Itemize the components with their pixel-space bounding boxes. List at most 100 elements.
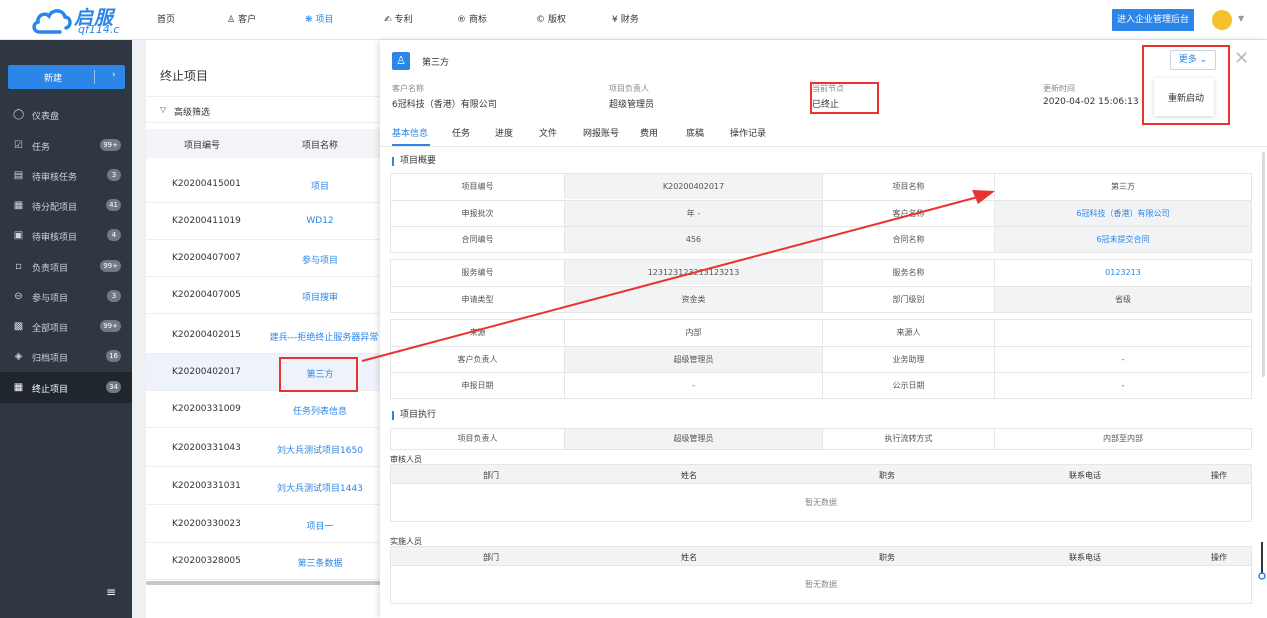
archive-icon: ◈ [14, 351, 23, 362]
project-name-link[interactable]: WD12 [258, 216, 382, 226]
sidebar-item-all[interactable]: ▩ 全部项目 99+ [0, 311, 132, 342]
project-name-link[interactable]: 项目一 [258, 519, 382, 532]
scroll-handle-icon[interactable] [1258, 542, 1266, 580]
sidebar-item-pending-projects[interactable]: ▣ 待审核项目 4 [0, 220, 132, 251]
table-row: 客户负责人 超级管理员 业务助理 - [391, 346, 1251, 372]
project-name-link[interactable]: 项目 [258, 179, 382, 192]
vertical-scrollbar[interactable] [1262, 152, 1265, 377]
reviewers-empty: 暂无数据 [390, 484, 1252, 522]
project-no: K20200331009 [172, 404, 241, 414]
nav-finance[interactable]: ¥ 财务 [612, 0, 639, 40]
table-row[interactable]: K20200411019 WD12 [146, 203, 382, 240]
count-badge: 3 [107, 169, 121, 181]
table-row[interactable]: K20200331043 刘大兵测试项目1650 [146, 430, 382, 467]
collapse-menu-icon[interactable]: ≡ [106, 585, 116, 599]
nav-trademark[interactable]: ® 商标 [457, 0, 487, 40]
sidebar-item-label: 待审核项目 [32, 233, 78, 243]
table-row[interactable]: K20200331009 任务列表信息 [146, 391, 382, 428]
overview-table-2: 服务编号 123123123213123213 服务名称 0123213 申请类型 资金… [390, 259, 1252, 313]
cloud-logo-icon [32, 9, 72, 34]
tab-files[interactable]: 文件 [539, 126, 557, 139]
new-button-label: 新建 [44, 74, 63, 84]
field-value: - [564, 373, 822, 398]
tab-fees[interactable]: 费用 [640, 126, 658, 139]
project-name-link[interactable]: 参与项目 [258, 253, 382, 266]
tab-basic-info[interactable]: 基本信息 [392, 126, 428, 139]
chevron-right-icon[interactable]: › [112, 70, 116, 80]
sidebar-item-pending-tasks[interactable]: ▤ 待审核任务 3 [0, 160, 132, 191]
contract-link[interactable]: 6冠未提交合同 [994, 227, 1251, 252]
nav-patent[interactable]: ✍ 专利 [384, 0, 413, 40]
nav-project[interactable]: ❋ 项目 [305, 0, 334, 40]
column-header: 联系电话 [1069, 471, 1101, 480]
table-row[interactable]: K20200331031 刘大兵测试项目1443 [146, 468, 382, 505]
tab-accounts[interactable]: 网报账号 [583, 126, 619, 139]
close-icon[interactable]: ✕ [1234, 48, 1249, 69]
sidebar-item-participating[interactable]: ⊖ 参与项目 3 [0, 281, 132, 312]
tab-tasks[interactable]: 任务 [452, 126, 470, 139]
project-avatar-icon: ♙ [392, 52, 410, 70]
dashboard-icon: ◯ [13, 109, 25, 120]
column-header: 职务 [879, 553, 895, 562]
field-value: 内部至内部 [994, 429, 1251, 449]
horizontal-scrollbar[interactable] [146, 581, 382, 585]
page-title: 终止项目 [160, 69, 209, 83]
table-row: 项目编号 K20200402017 项目名称 第三方 [391, 174, 1251, 200]
advanced-filter[interactable]: ▽ 高级筛选 [146, 96, 382, 123]
field-label: 申报批次 [461, 209, 494, 218]
project-name-link[interactable]: 项目搜审 [258, 290, 382, 303]
info-customer: 客户名称 6冠科技（香港）有限公司 [392, 83, 497, 110]
table-row[interactable]: K20200407005 项目搜审 [146, 277, 382, 314]
table-row[interactable]: K20200415001 项目 [146, 166, 382, 203]
field-value: 省级 [994, 287, 1251, 312]
sidebar-item-tasks[interactable]: ☑ 任务 99+ [0, 130, 132, 161]
implementers-table-header: 部门 姓名 职务 联系电话 操作 [390, 546, 1252, 566]
field-label: 公示日期 [822, 373, 994, 398]
implementers-empty: 暂无数据 [390, 566, 1252, 604]
table-row[interactable]: K20200328005 第三条数据 [146, 543, 382, 580]
table-row[interactable]: K20200402015 建兵---拒绝终止服务器异常 [146, 317, 382, 354]
project-name-link[interactable]: 任务列表信息 [258, 404, 382, 417]
project-name-link[interactable]: 刘大兵测试项目1443 [258, 481, 382, 494]
reviewers-table-header: 部门 姓名 职务 联系电话 操作 [390, 464, 1252, 484]
info-label: 客户名称 [392, 84, 424, 93]
overview-table-1: 项目编号 K20200402017 项目名称 第三方 申报批次 年 - 客户名称 6冠科技（… [390, 173, 1252, 253]
nav-customer-label: 客户 [238, 15, 257, 25]
table-row[interactable]: K20200330023 项目一 [146, 506, 382, 543]
field-label: 合同名称 [822, 227, 994, 252]
assign-icon: ▦ [13, 200, 24, 211]
nav-copyright[interactable]: © 版权 [536, 0, 566, 40]
logo[interactable]: 启服 qf114.c [30, 4, 150, 38]
column-header: 姓名 [681, 471, 697, 480]
info-owner: 项目负责人 超级管理员 [609, 83, 654, 110]
new-button[interactable]: 新建 › [8, 65, 125, 89]
tab-progress[interactable]: 进度 [495, 126, 513, 139]
field-value: 资金类 [564, 287, 822, 312]
enter-admin-button[interactable]: 进入企业管理后台 [1112, 9, 1194, 31]
column-header: 操作 [1211, 553, 1227, 562]
service-link[interactable]: 0123213 [994, 260, 1251, 285]
field-label: 项目负责人 [457, 434, 498, 443]
sidebar-item-owned[interactable]: ▫ 负责项目 99+ [0, 251, 132, 282]
table-row: 申报日期 - 公示日期 - [391, 372, 1251, 398]
filter-icon: ▽ [160, 105, 167, 114]
project-name-link[interactable]: 第三条数据 [258, 556, 382, 569]
sidebar-item-label: 仪表盘 [32, 112, 60, 122]
project-no: K20200328005 [172, 556, 241, 566]
chevron-down-icon[interactable]: ▼ [1238, 14, 1244, 23]
sidebar-item-dashboard[interactable]: ◯ 仪表盘 [0, 99, 132, 130]
project-name-link[interactable]: 建兵---拒绝终止服务器异常 [266, 330, 382, 343]
project-name-link[interactable]: 刘大兵测试项目1650 [258, 443, 382, 456]
table-row[interactable]: K20200407007 参与项目 [146, 240, 382, 277]
sidebar-item-archived[interactable]: ◈ 归档项目 16 [0, 341, 132, 372]
customer-link[interactable]: 6冠科技（香港）有限公司 [994, 201, 1251, 226]
field-value: 内部 [564, 320, 822, 345]
nav-customer[interactable]: ♙ 客户 [227, 0, 256, 40]
sidebar-item-terminated[interactable]: ▦ 终止项目 34 [0, 372, 132, 403]
project-no: K20200331043 [172, 443, 241, 453]
sidebar-item-unassigned[interactable]: ▦ 待分配项目 41 [0, 190, 132, 221]
nav-home[interactable]: 首页 [157, 0, 175, 40]
tab-drafts[interactable]: 底稿 [686, 126, 704, 139]
user-avatar[interactable] [1212, 10, 1232, 30]
tab-operation-log[interactable]: 操作记录 [730, 126, 766, 139]
